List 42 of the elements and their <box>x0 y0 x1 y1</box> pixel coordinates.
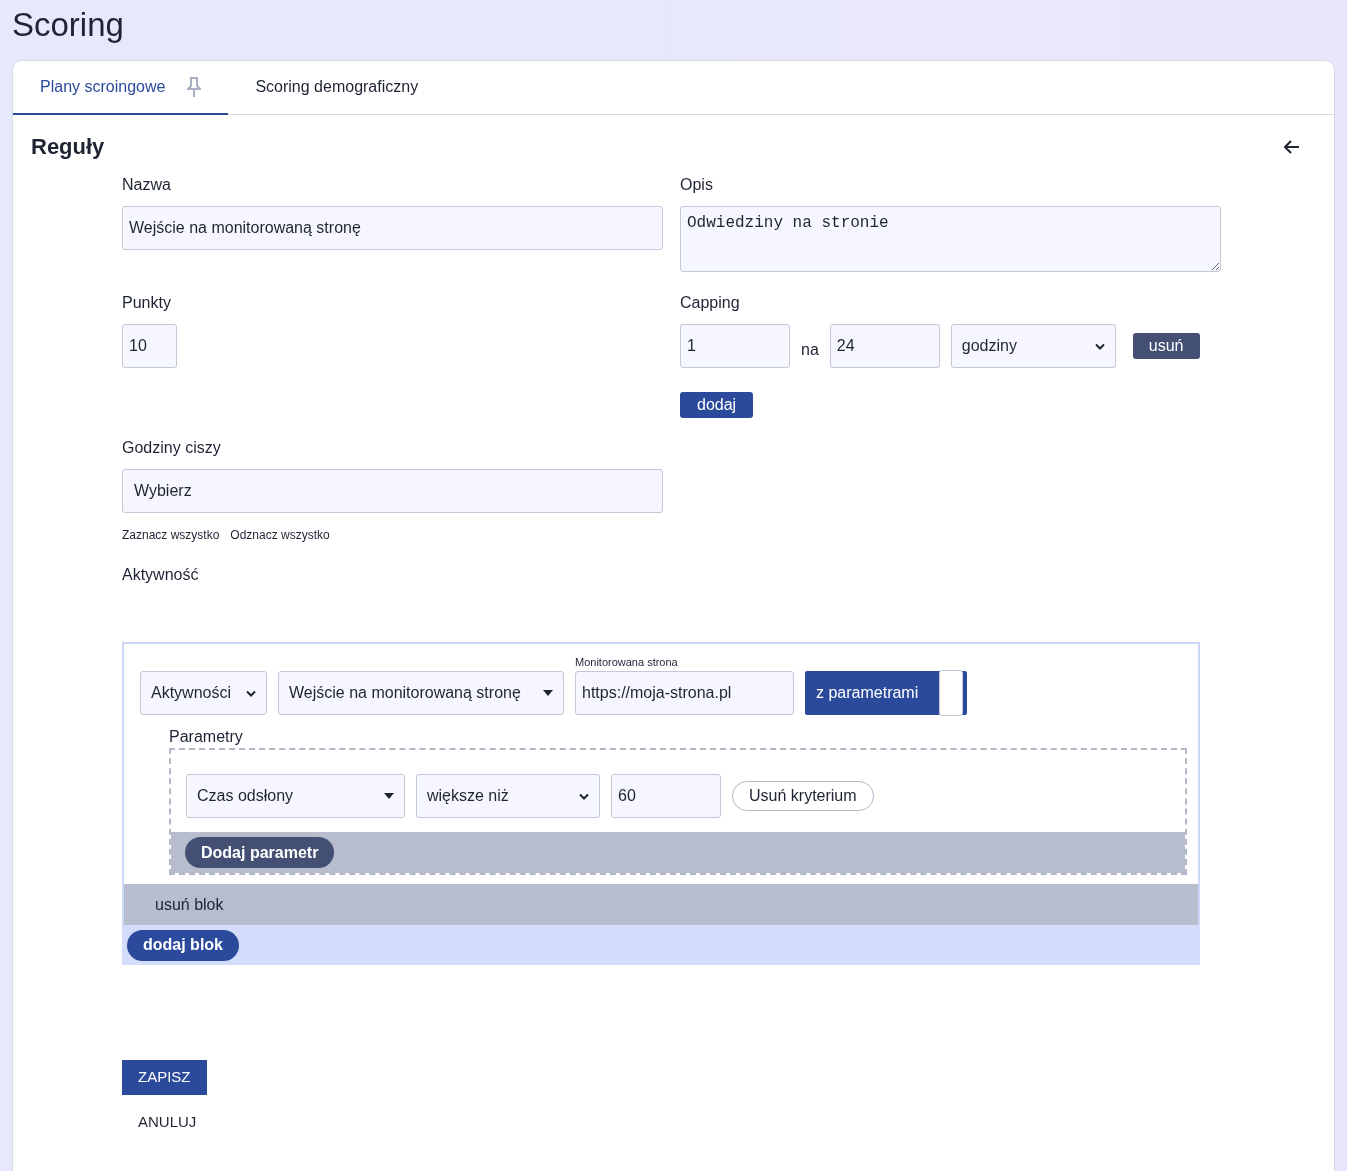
save-button[interactable]: ZAPISZ <box>122 1060 207 1095</box>
parameters-toggle[interactable]: z parametrami <box>805 671 967 715</box>
count-field[interactable]: 1 <box>680 324 790 368</box>
unit-select[interactable]: godziny <box>950 324 1116 368</box>
operator-select[interactable]: większe niż <box>416 774 600 818</box>
remove-button[interactable]: usuń <box>1132 333 1200 359</box>
chevron-down-icon <box>246 689 256 697</box>
type-select[interactable]: Aktywności <box>140 671 267 715</box>
activity-select[interactable]: Wejście na monitorowaną stronę <box>278 671 564 715</box>
field-select[interactable]: Czas odsłony <box>186 774 405 818</box>
chevron-down-icon <box>579 792 589 800</box>
caret-down-icon <box>543 690 553 696</box>
page-title: Scoring <box>11 5 125 45</box>
field-label: Aktywność <box>122 565 200 585</box>
add-block-button[interactable]: dodaj blok <box>127 929 239 961</box>
caret-down-icon <box>384 793 394 799</box>
field-label: Parametry <box>169 727 244 747</box>
section-title: Reguły <box>31 133 105 161</box>
chevron-down-icon <box>1094 342 1105 350</box>
tab[interactable]: Scoring demograficzny <box>228 61 446 115</box>
field-label: Nazwa <box>122 175 172 195</box>
field-label: Capping <box>680 293 741 313</box>
name-field[interactable]: Wejście na monitorowaną stronę <box>122 206 663 250</box>
field-label: Opis <box>680 175 714 195</box>
cancel-button[interactable]: ANULUJ <box>122 1111 213 1134</box>
field-label: Punkty <box>122 293 172 313</box>
select-all-link[interactable]: Zaznacz wszystko <box>122 526 220 544</box>
hours-select[interactable]: Wybierz <box>122 469 663 513</box>
value-field[interactable]: 60 <box>611 774 721 818</box>
field-label: Monitorowana strona <box>575 656 679 668</box>
add-button[interactable]: dodaj <box>680 392 754 418</box>
remove-block-button[interactable]: usuń blok <box>155 892 224 917</box>
url-field[interactable]: https://moja-strona.pl <box>575 671 794 715</box>
separator-text: na <box>801 340 819 360</box>
field-label: Godziny ciszy <box>122 438 222 458</box>
back-arrow-icon[interactable] <box>1284 140 1300 154</box>
points-field[interactable]: 10 <box>122 324 177 368</box>
tab[interactable]: Plany scroingowe <box>13 61 229 115</box>
add-parameter-button[interactable]: Dodaj parametr <box>185 837 335 868</box>
period-field[interactable]: 24 <box>829 324 940 368</box>
description-field[interactable]: Odwiedziny na stronie <box>680 206 1221 272</box>
deselect-all-link[interactable]: Odznacz wszystko <box>230 526 330 544</box>
